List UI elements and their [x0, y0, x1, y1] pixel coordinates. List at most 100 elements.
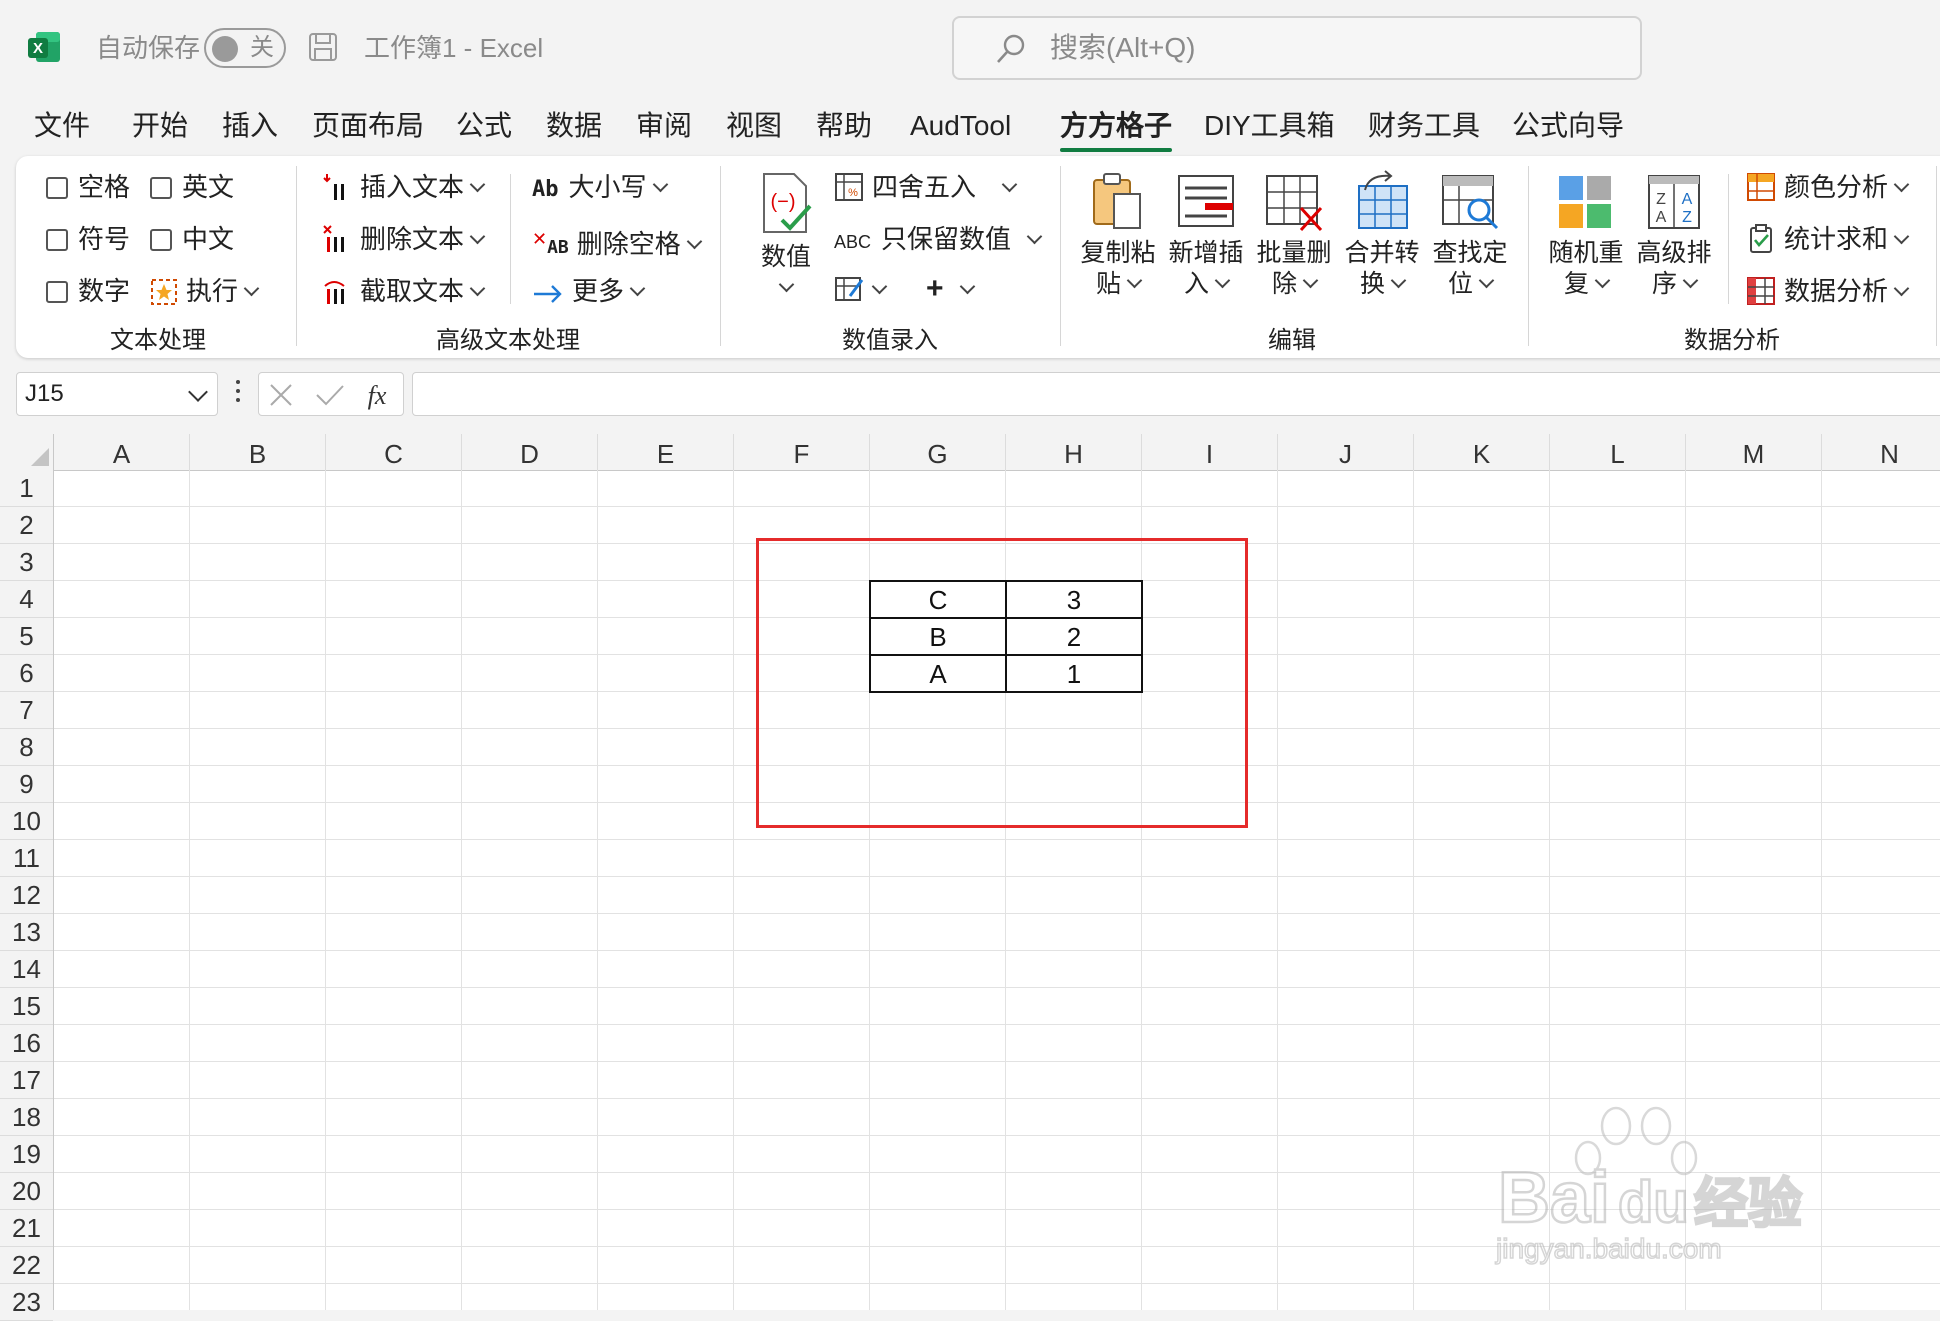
- tab-insert[interactable]: 插入: [222, 100, 278, 152]
- tab-page-layout[interactable]: 页面布局: [312, 100, 424, 152]
- row-header-5[interactable]: 5: [0, 618, 53, 655]
- merge-convert-button[interactable]: 合并转换: [1342, 170, 1422, 300]
- formula-input[interactable]: [412, 372, 1940, 416]
- column-header-k[interactable]: K: [1414, 434, 1550, 470]
- round-button[interactable]: % 四舍五入: [834, 170, 1018, 204]
- column-header-g[interactable]: G: [870, 434, 1006, 470]
- cancel-icon[interactable]: [269, 383, 293, 407]
- random-label-2: 复: [1563, 270, 1589, 298]
- tab-home[interactable]: 开始: [132, 100, 188, 152]
- column-header-n[interactable]: N: [1822, 434, 1940, 470]
- row-header-21[interactable]: 21: [0, 1210, 53, 1247]
- tab-data[interactable]: 数据: [546, 100, 602, 152]
- column-header-f[interactable]: F: [734, 434, 870, 470]
- confirm-icon[interactable]: [315, 383, 345, 407]
- row-header-2[interactable]: 2: [0, 507, 53, 544]
- tab-finance-tools[interactable]: 财务工具: [1368, 100, 1480, 152]
- more-options-icon[interactable]: [236, 380, 240, 407]
- row-header-3[interactable]: 3: [0, 544, 53, 581]
- column-header-l[interactable]: L: [1550, 434, 1686, 470]
- tab-audtool[interactable]: AudTool: [910, 100, 1011, 152]
- insert-text-button[interactable]: 插入文本: [322, 170, 486, 204]
- select-all-corner[interactable]: [0, 434, 54, 470]
- row-header-9[interactable]: 9: [0, 766, 53, 803]
- tab-formula-wizard[interactable]: 公式向导: [1512, 100, 1624, 152]
- row-header-4[interactable]: 4: [0, 581, 53, 618]
- extract-text-button[interactable]: 截取文本: [322, 274, 486, 308]
- more-button[interactable]: 更多: [532, 274, 646, 308]
- checkbox-english[interactable]: 英文: [150, 170, 234, 204]
- row-header-13[interactable]: 13: [0, 914, 53, 951]
- row-header-23[interactable]: 23: [0, 1284, 53, 1321]
- grid-line: [54, 839, 1940, 840]
- insert-function-icon[interactable]: fx: [359, 377, 395, 413]
- delete-space-button[interactable]: ✕AB 删除空格: [532, 222, 703, 265]
- row-header-19[interactable]: 19: [0, 1136, 53, 1173]
- tab-formulas[interactable]: 公式: [456, 100, 512, 152]
- color-analysis-button[interactable]: 颜色分析: [1746, 170, 1910, 204]
- column-header-e[interactable]: E: [598, 434, 734, 470]
- row-header-1[interactable]: 1: [0, 470, 53, 507]
- row-header-10[interactable]: 10: [0, 803, 53, 840]
- number-button[interactable]: (−) 数值: [748, 170, 824, 304]
- chevron-down-icon: [652, 176, 668, 193]
- execute-label: 执行: [186, 276, 239, 306]
- row-header-8[interactable]: 8: [0, 729, 53, 766]
- random-repeat-button[interactable]: 随机重复: [1546, 170, 1626, 300]
- column-header-c[interactable]: C: [326, 434, 462, 470]
- checkbox-number[interactable]: 数字: [46, 274, 130, 308]
- keep-values-button[interactable]: ABC 只保留数值: [834, 222, 1043, 259]
- insert-new-button[interactable]: 新增插入: [1166, 170, 1246, 300]
- column-header-a[interactable]: A: [54, 434, 190, 470]
- data-analysis-button[interactable]: 数据分析: [1746, 274, 1910, 308]
- merge-convert-label: 合并转: [1344, 239, 1420, 267]
- tab-fangfangezi[interactable]: 方方格子: [1060, 100, 1173, 152]
- row-header-15[interactable]: 15: [0, 988, 53, 1025]
- stat-sum-label: 统计求和: [1784, 224, 1889, 254]
- add-button[interactable]: +: [926, 272, 975, 306]
- row-header-14[interactable]: 14: [0, 951, 53, 988]
- name-box[interactable]: J15: [16, 372, 218, 416]
- copy-paste-button[interactable]: 复制粘贴: [1078, 170, 1158, 300]
- row-header-18[interactable]: 18: [0, 1099, 53, 1136]
- row-header-11[interactable]: 11: [0, 840, 53, 877]
- edit-fill-button[interactable]: [834, 272, 888, 306]
- checkbox-chinese[interactable]: 中文: [150, 222, 234, 256]
- batch-delete-button[interactable]: 批量删除: [1254, 170, 1334, 300]
- row-header-7[interactable]: 7: [0, 692, 53, 729]
- stat-sum-button[interactable]: 统计求和: [1746, 222, 1910, 256]
- column-header-h[interactable]: H: [1006, 434, 1142, 470]
- column-header-d[interactable]: D: [462, 434, 598, 470]
- case-button[interactable]: Ab 大小写: [532, 170, 668, 207]
- tab-review[interactable]: 审阅: [636, 100, 692, 152]
- autosave-toggle[interactable]: 关: [204, 28, 286, 68]
- checkbox-space[interactable]: 空格: [46, 170, 130, 204]
- tab-view[interactable]: 视图: [726, 100, 782, 152]
- column-header-i[interactable]: I: [1142, 434, 1278, 470]
- row-header-16[interactable]: 16: [0, 1025, 53, 1062]
- find-locate-button[interactable]: 查找定位: [1430, 170, 1510, 300]
- sort-icon: ZAAZ: [1648, 175, 1700, 229]
- row-header-12[interactable]: 12: [0, 877, 53, 914]
- document-title: 工作簿1 - Excel: [364, 33, 544, 63]
- tab-file[interactable]: 文件: [34, 100, 90, 152]
- autosave-label: 自动保存: [96, 33, 201, 63]
- delete-text-button[interactable]: 删除文本: [322, 222, 486, 256]
- row-header-17[interactable]: 17: [0, 1062, 53, 1099]
- column-header-b[interactable]: B: [190, 434, 326, 470]
- column-header-j[interactable]: J: [1278, 434, 1414, 470]
- tab-help[interactable]: 帮助: [816, 100, 872, 152]
- tab-diy-toolbox[interactable]: DIY工具箱: [1204, 100, 1335, 152]
- advanced-sort-button[interactable]: ZAAZ 高级排序: [1634, 170, 1714, 300]
- chevron-down-icon[interactable]: [188, 382, 208, 402]
- row-header-22[interactable]: 22: [0, 1247, 53, 1284]
- column-header-m[interactable]: M: [1686, 434, 1822, 470]
- search-box[interactable]: 搜索(Alt+Q): [952, 16, 1642, 80]
- execute-button[interactable]: 执行: [150, 274, 260, 308]
- row-header-6[interactable]: 6: [0, 655, 53, 692]
- save-icon[interactable]: [308, 32, 338, 62]
- row-header-20[interactable]: 20: [0, 1173, 53, 1210]
- checkbox-symbol[interactable]: 符号: [46, 222, 130, 256]
- case-icon: Ab: [532, 177, 559, 202]
- find-locate-icon: [1442, 175, 1499, 230]
